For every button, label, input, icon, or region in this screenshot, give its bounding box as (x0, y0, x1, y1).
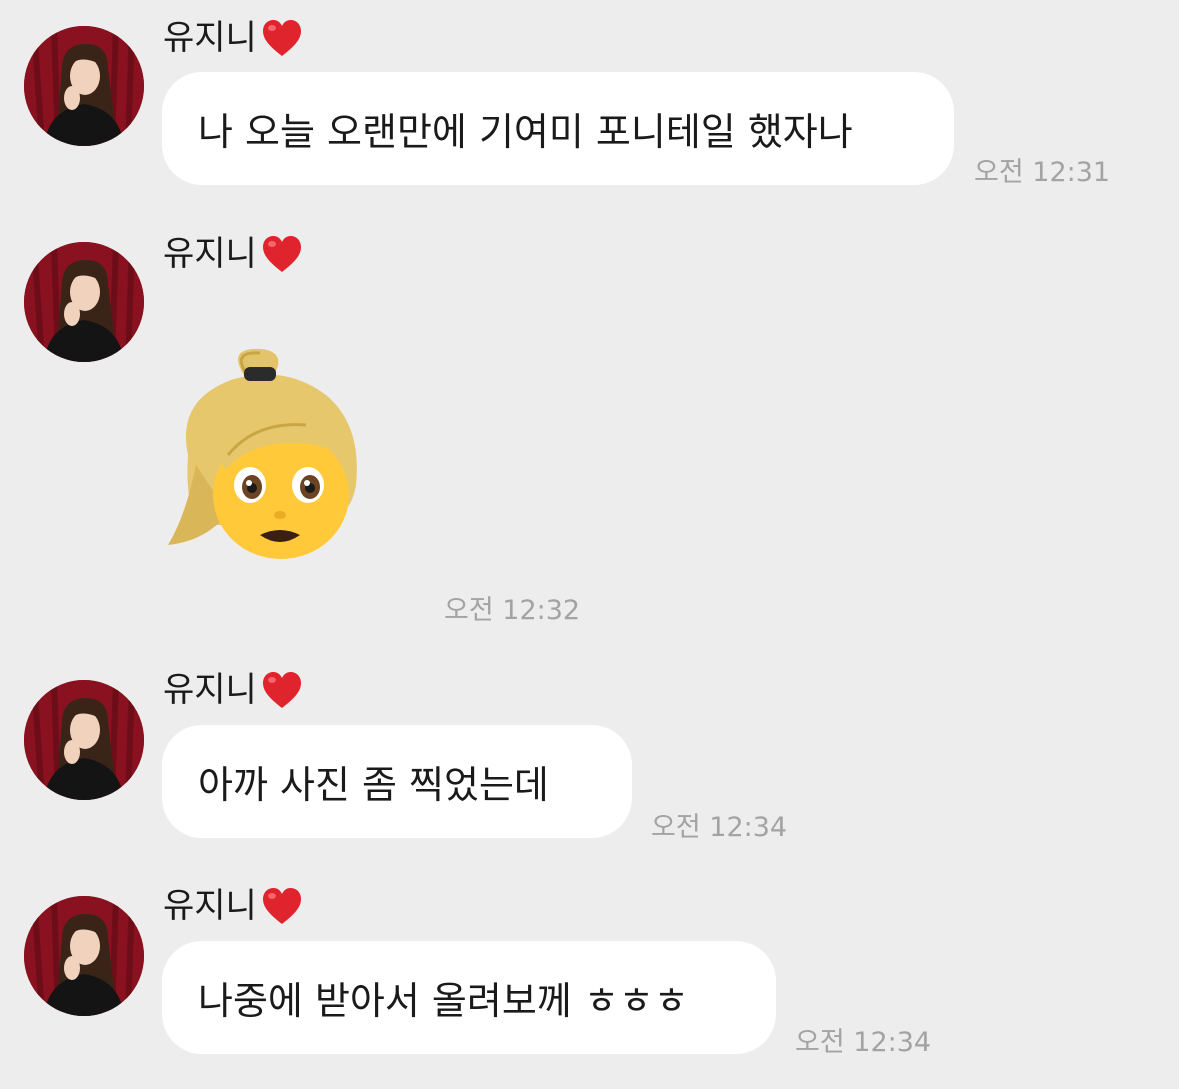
message-text: 나 오늘 오랜만에 기여미 포니테일 했자나 (198, 110, 853, 154)
woman-blond-ponytail-emoji[interactable] (166, 345, 366, 560)
message-timestamp: 오전 12:31 (974, 157, 1111, 188)
sender-avatar[interactable] (24, 680, 144, 800)
sender-name-text: 유지니 (163, 886, 257, 926)
sender-name-text: 유지니 (163, 670, 257, 710)
message-bubble[interactable]: 나중에 받아서 올려보께 ㅎㅎㅎ (162, 941, 776, 1054)
sender-name: 유지니 (163, 886, 303, 926)
heart-icon (261, 234, 303, 274)
message-timestamp: 오전 12:34 (795, 1027, 932, 1058)
sender-name: 유지니 (163, 670, 303, 710)
sender-name-text: 유지니 (163, 234, 257, 274)
sender-name-text: 유지니 (163, 18, 257, 58)
heart-icon (261, 886, 303, 926)
sender-avatar[interactable] (24, 26, 144, 146)
sender-avatar[interactable] (24, 242, 144, 362)
sender-avatar[interactable] (24, 896, 144, 1016)
message-text: 아까 사진 좀 찍었는데 (198, 763, 549, 807)
sender-name: 유지니 (163, 234, 303, 274)
message-timestamp: 오전 12:32 (444, 595, 581, 626)
message-bubble[interactable]: 아까 사진 좀 찍었는데 (162, 725, 632, 838)
heart-icon (261, 670, 303, 710)
message-bubble[interactable]: 나 오늘 오랜만에 기여미 포니테일 했자나 (162, 72, 954, 185)
heart-icon (261, 18, 303, 58)
sender-name: 유지니 (163, 18, 303, 58)
message-text: 나중에 받아서 올려보께 ㅎㅎㅎ (198, 979, 689, 1023)
message-timestamp: 오전 12:34 (651, 812, 788, 843)
